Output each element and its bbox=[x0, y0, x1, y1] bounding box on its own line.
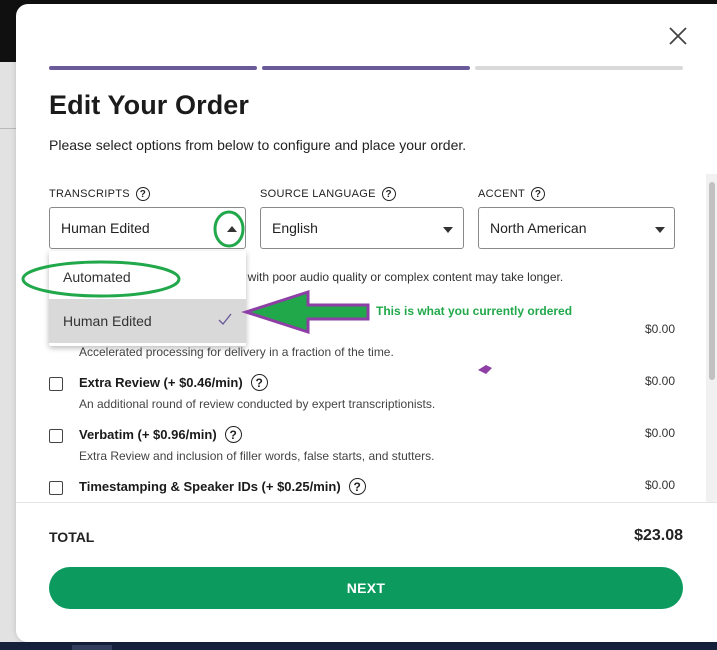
accent-select[interactable]: North American bbox=[478, 207, 675, 249]
dropdown-option-human-edited[interactable]: Human Edited bbox=[49, 299, 246, 343]
next-button[interactable]: NEXT bbox=[49, 567, 683, 609]
source-language-select[interactable]: English bbox=[260, 207, 464, 249]
transcripts-select-value: Human Edited bbox=[61, 220, 150, 236]
chevron-up-icon bbox=[227, 226, 237, 232]
option-description: Extra Review and inclusion of filler wor… bbox=[79, 449, 435, 463]
annotation-text: This is what you currently ordered bbox=[376, 304, 573, 318]
transcripts-dropdown-menu: Automated Human Edited bbox=[49, 251, 246, 346]
page-subtitle: Please select options from below to conf… bbox=[49, 137, 467, 153]
step-progress bbox=[49, 66, 683, 70]
scrollbar-thumb[interactable] bbox=[709, 182, 715, 380]
check-icon bbox=[218, 313, 232, 326]
progress-step-3 bbox=[475, 66, 683, 70]
help-icon[interactable]: ? bbox=[531, 187, 546, 201]
progress-step-2 bbox=[262, 66, 470, 70]
help-icon[interactable]: ? bbox=[381, 187, 396, 201]
option-description: Accelerated processing for delivery in a… bbox=[79, 345, 394, 359]
source-language-select-value: English bbox=[272, 220, 318, 236]
total-label: TOTAL bbox=[49, 529, 95, 545]
chevron-down-icon bbox=[655, 227, 665, 233]
accent-label: ACCENT ? bbox=[478, 187, 546, 201]
progress-step-1 bbox=[49, 66, 257, 70]
transcripts-label: TRANSCRIPTS ? bbox=[49, 187, 150, 201]
taskbar-tab bbox=[72, 645, 112, 650]
option-price: $0.00 bbox=[644, 478, 675, 492]
accent-label-text: ACCENT bbox=[478, 188, 526, 200]
background-divider bbox=[0, 128, 16, 129]
source-language-label-text: SOURCE LANGUAGE bbox=[260, 188, 376, 200]
accent-select-value: North American bbox=[490, 220, 587, 236]
close-icon[interactable] bbox=[666, 24, 690, 48]
help-icon[interactable]: ? bbox=[135, 187, 150, 201]
info-text: . Files with poor audio quality or compl… bbox=[212, 270, 564, 284]
option-description: An additional round of review conducted … bbox=[79, 397, 436, 411]
transcripts-select[interactable]: Human Edited bbox=[49, 207, 246, 249]
option-price: $0.00 bbox=[644, 426, 675, 440]
dropdown-option-label: Automated bbox=[63, 269, 131, 285]
annotation-purple-mark bbox=[478, 365, 492, 374]
dropdown-option-automated[interactable]: Automated bbox=[49, 255, 246, 299]
transcripts-label-text: TRANSCRIPTS bbox=[49, 188, 130, 200]
chevron-down-icon bbox=[443, 227, 453, 233]
edit-order-modal: Edit Your Order Please select options fr… bbox=[16, 4, 717, 642]
page-title: Edit Your Order bbox=[49, 90, 250, 120]
source-language-label: SOURCE LANGUAGE ? bbox=[260, 187, 396, 201]
option-price: $0.00 bbox=[644, 374, 675, 388]
total-value: $23.08 bbox=[634, 527, 683, 544]
order-footer: TOTAL $23.08 NEXT bbox=[16, 502, 717, 642]
dropdown-option-label: Human Edited bbox=[63, 313, 152, 329]
